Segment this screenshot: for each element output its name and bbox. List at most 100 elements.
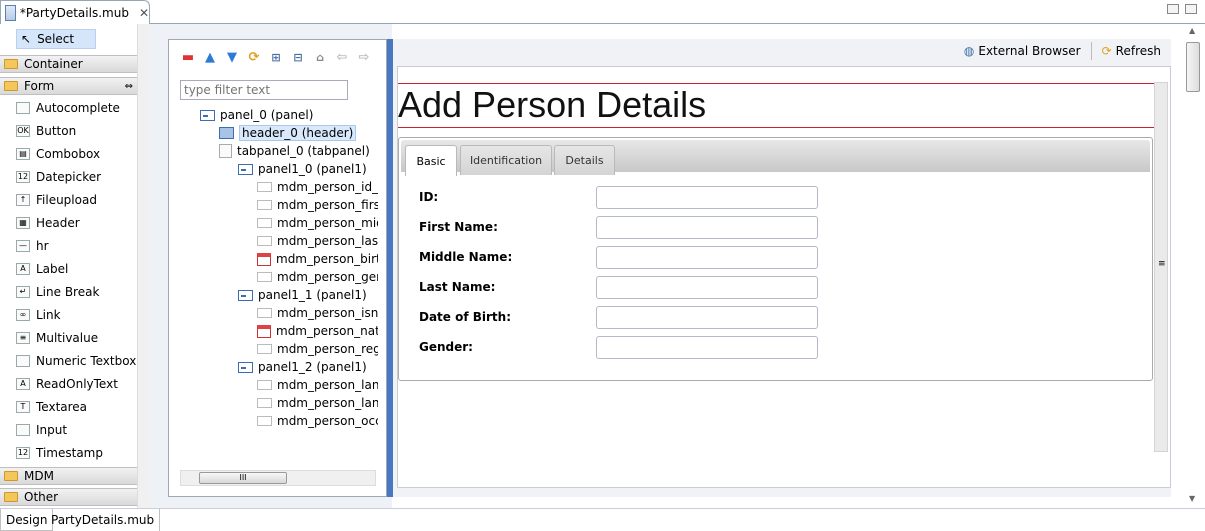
palette-item[interactable]: — hr <box>16 236 49 256</box>
field-input[interactable] <box>596 306 818 329</box>
tree-node[interactable]: mdm_person_occu <box>200 412 378 430</box>
forward-icon[interactable]: ⇨ <box>356 49 372 65</box>
back-icon[interactable]: ⇦ <box>334 49 350 65</box>
folder-icon <box>4 59 18 69</box>
collapse-all-icon[interactable]: ⊟ <box>290 49 306 65</box>
tree-node-label: mdm_person_lang <box>277 378 378 392</box>
editor-tab-title: *PartyDetails.mub <box>19 5 129 20</box>
hscroll-thumb[interactable]: III <box>199 472 287 484</box>
drawer-mdm[interactable]: MDM <box>0 467 137 485</box>
close-icon[interactable]: ✕ <box>139 6 149 20</box>
panel-icon <box>238 163 253 175</box>
drawer-form[interactable]: Form ⇔ <box>0 77 137 95</box>
tree-node-label: mdm_person_lastn <box>277 234 378 248</box>
tree-node[interactable]: mdm_person_birtl <box>200 250 378 268</box>
drawer-container[interactable]: Container <box>0 55 137 73</box>
minimize-icon[interactable] <box>1167 4 1179 14</box>
palette-item[interactable]: 12 Timestamp <box>16 443 103 463</box>
palette-item-label: Fileupload <box>36 193 97 207</box>
expand-all-icon[interactable]: ⊞ <box>268 49 284 65</box>
date-icon <box>257 324 271 338</box>
tree-node[interactable]: header_0 (header) <box>200 124 378 142</box>
tree-node[interactable]: mdm_person_lang <box>200 376 378 394</box>
palette-item[interactable]: A ReadOnlyText <box>16 374 118 394</box>
palette-item-label: Header <box>36 216 80 230</box>
field-input[interactable] <box>596 216 818 239</box>
maximize-icon[interactable] <box>1185 4 1197 14</box>
home-icon[interactable]: ⌂ <box>312 49 328 65</box>
tree-node[interactable]: mdm_person_gen <box>200 268 378 286</box>
tree-node-label: panel1_1 (panel1) <box>258 288 367 302</box>
file-icon <box>5 4 16 21</box>
numeric-icon <box>16 355 30 367</box>
palette-item[interactable]: OK Button <box>16 121 76 141</box>
tree-node[interactable]: mdm_person_first <box>200 196 378 214</box>
outline-tree: panel_0 (panel) header_0 (header) tabpanel… <box>200 106 378 436</box>
tree-node[interactable]: panel1_1 (panel1) <box>200 286 378 304</box>
palette-item[interactable]: ▤ Combobox <box>16 144 100 164</box>
field-input[interactable] <box>596 336 818 359</box>
tab-details[interactable]: Details <box>554 145 615 175</box>
palette-item[interactable]: T Textarea <box>16 397 87 417</box>
external-browser-label: External Browser <box>978 44 1081 58</box>
palette-scrollbar[interactable] <box>137 24 150 508</box>
tree-node-label: tabpanel_0 (tabpanel) <box>237 144 370 158</box>
upload-icon: ↑ <box>16 194 30 206</box>
tree-node[interactable]: mdm_person_lang <box>200 394 378 412</box>
tree-node[interactable]: mdm_person_isna <box>200 304 378 322</box>
refresh-icon[interactable]: ⟳ <box>246 49 262 65</box>
palette-item[interactable]: ≡ Multivalue <box>16 328 98 348</box>
move-down-icon[interactable]: ▼ <box>224 49 240 65</box>
palette-item[interactable]: ▦ Header <box>16 213 80 233</box>
scroll-up-icon[interactable]: ▲ <box>1189 26 1195 35</box>
panel-icon <box>238 361 253 373</box>
tab-source[interactable]: PartyDetails.mub <box>46 509 161 531</box>
header-icon: ▦ <box>16 217 30 229</box>
select-tool[interactable]: ↖ Select <box>16 29 96 49</box>
tree-node[interactable]: panel1_0 (panel1) <box>200 160 378 178</box>
move-up-icon[interactable]: ▲ <box>202 49 218 65</box>
tree-node[interactable]: panel_0 (panel) <box>200 106 378 124</box>
field-label: ID: <box>419 190 439 204</box>
palette-item[interactable]: Input <box>16 420 67 440</box>
editor-tab[interactable]: *PartyDetails.mub ✕ <box>0 0 150 24</box>
scroll-down-icon[interactable]: ▼ <box>1189 494 1195 503</box>
tab-panel: Basic Identification Details ID: First Na… <box>398 137 1153 381</box>
date-icon <box>257 252 271 266</box>
palette-item[interactable]: Autocomplete <box>16 98 120 118</box>
refresh-button[interactable]: ⟳ Refresh <box>1102 44 1161 58</box>
tree-node[interactable]: panel1_2 (panel1) <box>200 358 378 376</box>
tree-node[interactable]: mdm_person_lastn <box>200 232 378 250</box>
remove-icon[interactable]: ▬ <box>180 49 196 65</box>
tab-identification[interactable]: Identification <box>460 145 552 175</box>
tree-node[interactable]: tabpanel_0 (tabpanel) <box>200 142 378 160</box>
field-input[interactable] <box>596 186 818 209</box>
palette-item[interactable]: Numeric Textbox <box>16 351 136 371</box>
timestamp-icon: 12 <box>16 447 30 459</box>
tree-node[interactable]: mdm_person_mid <box>200 214 378 232</box>
palette-item[interactable]: 12 Datepicker <box>16 167 101 187</box>
tree-node[interactable]: mdm_person_natu <box>200 322 378 340</box>
tree-node[interactable]: mdm_person_regi <box>200 340 378 358</box>
pin-icon[interactable]: ⇔ <box>125 81 133 92</box>
palette-item-label: Multivalue <box>36 331 99 345</box>
calendar-icon: 12 <box>16 171 30 183</box>
palette-item[interactable]: A Label <box>16 259 68 279</box>
tab-basic[interactable]: Basic <box>405 145 457 176</box>
palette-item-label: Label <box>36 262 69 276</box>
scroll-thumb[interactable] <box>1186 42 1200 92</box>
drawer-other[interactable]: Other <box>0 488 137 506</box>
field-input[interactable] <box>596 246 818 269</box>
palette-item[interactable]: ∞ Link <box>16 305 61 325</box>
palette-item[interactable]: ↑ Fileupload <box>16 190 97 210</box>
field-input[interactable] <box>596 276 818 299</box>
editor-tab-bar: *PartyDetails.mub ✕ <box>0 0 1205 24</box>
preview-vscrollbar[interactable]: ≡ <box>1154 82 1168 452</box>
tree-node[interactable]: mdm_person_id_0 <box>200 178 378 196</box>
palette-item-label: Link <box>36 308 61 322</box>
outline-hscrollbar[interactable]: III <box>180 470 376 486</box>
filter-input[interactable] <box>180 80 348 100</box>
editor-vscrollbar[interactable]: ▲ ▼ <box>1183 24 1205 508</box>
external-browser-button[interactable]: ◍ External Browser <box>964 44 1081 58</box>
palette-item[interactable]: ↵ Line Break <box>16 282 99 302</box>
